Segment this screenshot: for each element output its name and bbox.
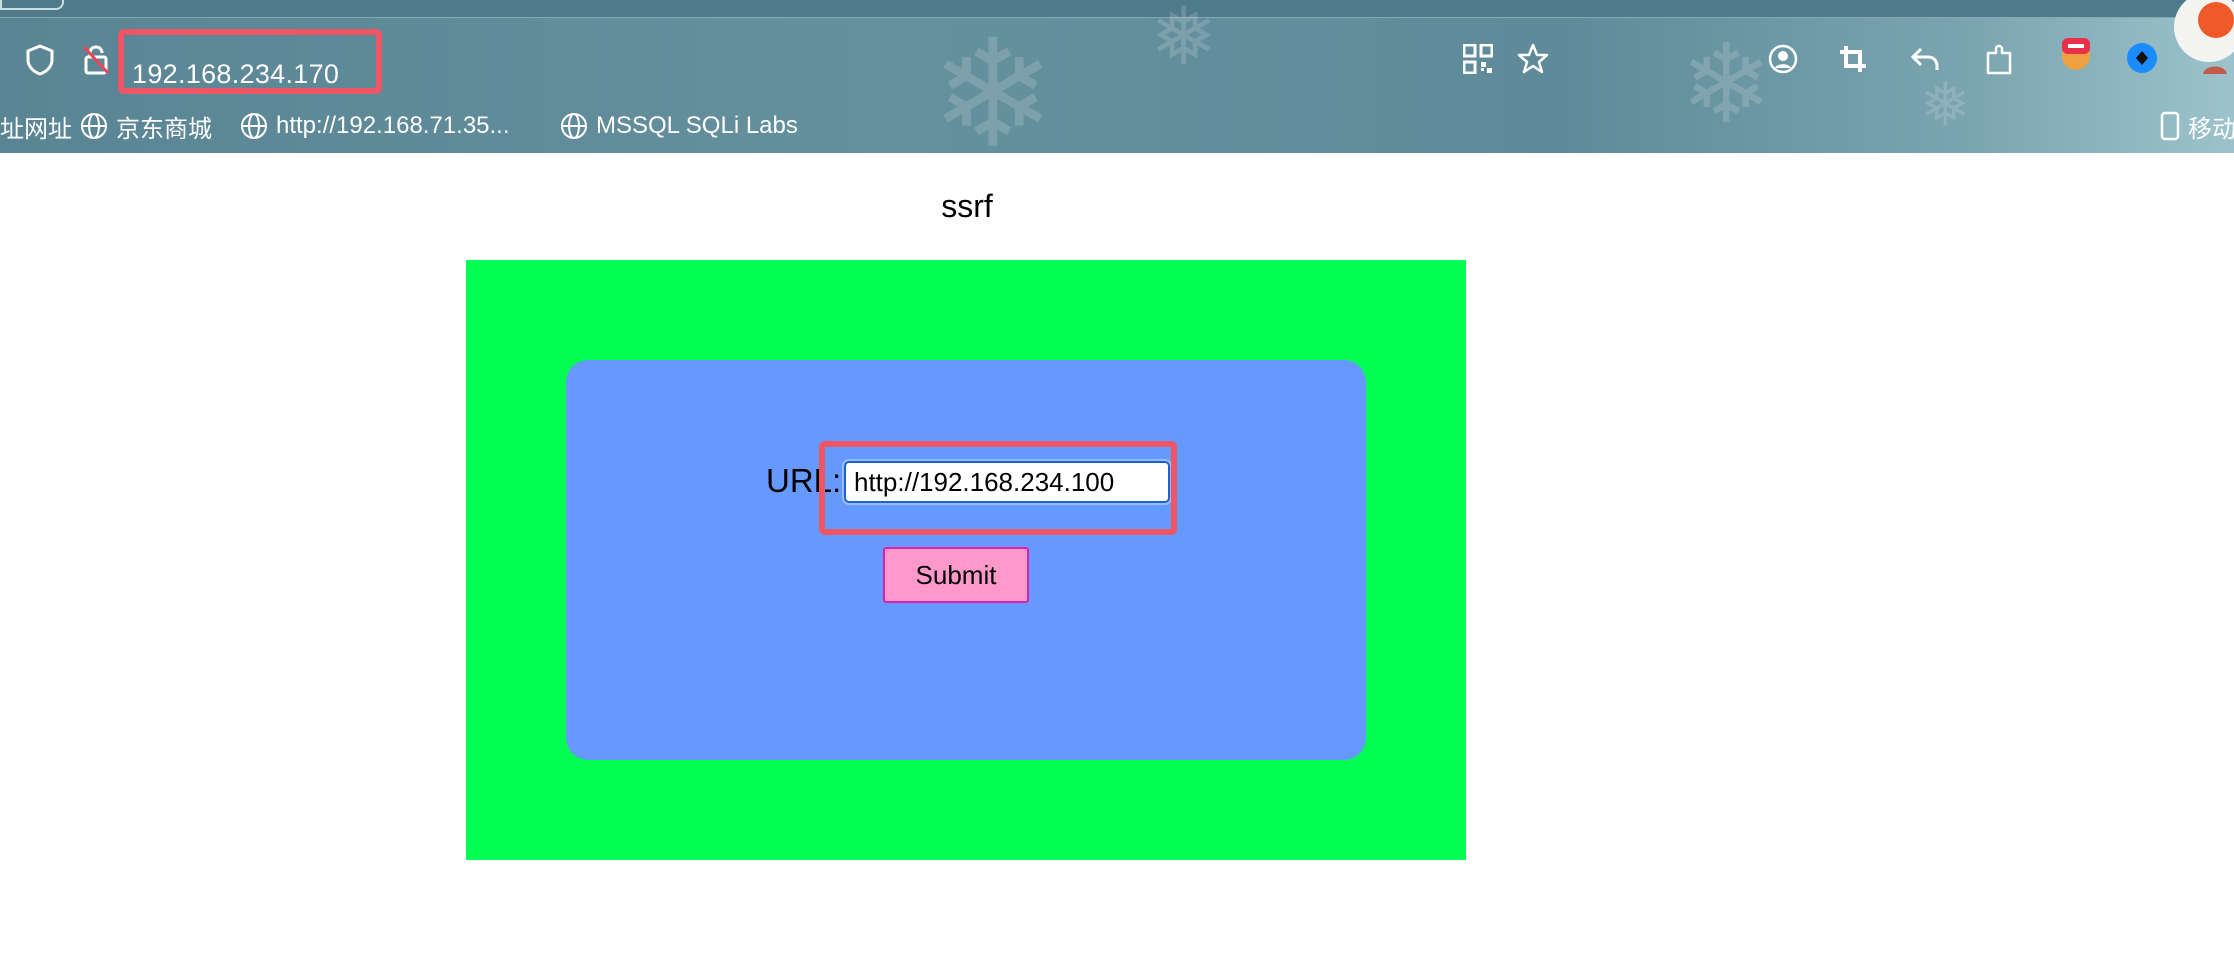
- submit-button[interactable]: Submit: [883, 547, 1029, 603]
- globe-icon: [561, 113, 587, 139]
- globe-icon: [241, 113, 267, 139]
- qr-code-icon[interactable]: [1460, 41, 1496, 77]
- star-icon[interactable]: [1514, 40, 1552, 78]
- bookmark-label: http://192.168.71.35...: [276, 112, 510, 139]
- bookmark-item[interactable]: http://192.168.71.35...: [240, 106, 510, 146]
- bookmark-item[interactable]: MSSQL SQLi Labs: [560, 106, 798, 146]
- bookmarks-bar: 址网址 京东商城 http://192.168.71.35... MSSQL S…: [0, 106, 2234, 146]
- adblock-extension-icon[interactable]: [2054, 30, 2098, 74]
- undo-icon[interactable]: [1906, 40, 1944, 78]
- bookmark-item[interactable]: 京东商城: [80, 106, 212, 146]
- page-title: ssrf: [941, 188, 993, 224]
- browser-toolbar: ❄ ❅ ❄ ❅ 192.168.234.170 址网址 京东商城 http://…: [0, 0, 2234, 153]
- mobile-label: 移动: [2188, 115, 2234, 143]
- address-highlight-box: [118, 29, 382, 94]
- mobile-bookmarks[interactable]: 移动: [2160, 106, 2234, 146]
- tab-strip: [0, 0, 2234, 18]
- tab[interactable]: [0, 0, 64, 10]
- bookmark-label: 址网址: [0, 115, 72, 143]
- account-icon[interactable]: [1764, 40, 1802, 78]
- snowman-nose-decoration: [2198, 2, 2234, 38]
- input-highlight-box: [819, 441, 1177, 535]
- bookmark-label: MSSQL SQLi Labs: [596, 112, 798, 139]
- globe-icon: [81, 113, 107, 139]
- mobile-icon: [2160, 111, 2180, 141]
- bookmark-item[interactable]: 址网址: [0, 106, 72, 146]
- shield-icon[interactable]: [20, 40, 60, 80]
- extension-icon[interactable]: [2122, 38, 2162, 78]
- insecure-lock-icon[interactable]: [76, 40, 116, 80]
- bookmark-label: 京东商城: [116, 115, 212, 143]
- extensions-icon[interactable]: [1980, 40, 2018, 78]
- crop-icon[interactable]: [1834, 40, 1872, 78]
